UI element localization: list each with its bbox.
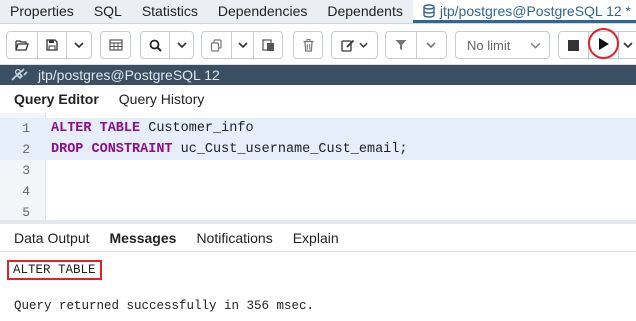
chevron-down-icon	[359, 42, 368, 48]
execute-dropdown-button[interactable]	[618, 32, 636, 58]
filter-button[interactable]	[386, 32, 417, 58]
sql-text: uc_Cust_username_Cust_email;	[172, 142, 408, 157]
tab-query-history[interactable]: Query History	[119, 91, 205, 107]
chevron-down-icon	[237, 42, 248, 48]
sql-keyword: DROP CONSTRAINT	[51, 142, 173, 157]
tab-notifications[interactable]: Notifications	[196, 230, 272, 246]
tab-query-tool[interactable]: jtp/postgres@PostgreSQL 12 *	[412, 0, 636, 23]
tab-dependents[interactable]: Dependents	[317, 0, 413, 23]
message-status: Query returned successfully in 356 msec.	[14, 299, 315, 313]
editor-line[interactable]: 1 ALTER TABLE Customer_info	[0, 118, 636, 139]
plug-icon	[11, 68, 28, 81]
tab-sql[interactable]: SQL	[84, 0, 132, 23]
filter-dropdown-button[interactable]	[417, 32, 447, 58]
table-view-icon	[108, 39, 123, 51]
execute-icon	[598, 37, 609, 50]
edit-button[interactable]	[332, 32, 377, 58]
paste-row-icon	[262, 38, 274, 51]
chevron-down-icon	[74, 42, 84, 48]
edit-button-group	[331, 31, 378, 59]
paste-row-button[interactable]	[254, 32, 282, 58]
filter-icon	[395, 40, 407, 50]
sql-editor[interactable]: 1 ALTER TABLE Customer_info 2 DROP CONST…	[0, 113, 636, 220]
query-toolbar: No limit	[0, 25, 636, 65]
save-dropdown-button[interactable]	[67, 32, 91, 58]
copy-button[interactable]	[202, 32, 232, 58]
connection-bar: jtp/postgres@PostgreSQL 12	[0, 65, 636, 85]
tab-messages[interactable]: Messages	[110, 230, 177, 246]
line-number: 3	[22, 163, 30, 178]
copy-dropdown-button[interactable]	[232, 32, 255, 58]
copy-icon	[210, 38, 222, 52]
tab-statistics[interactable]: Statistics	[132, 0, 208, 23]
line-number: 1	[22, 121, 30, 136]
chevron-down-icon	[177, 42, 187, 48]
stop-button[interactable]	[559, 32, 589, 58]
open-file-button[interactable]	[7, 32, 38, 58]
find-button-group	[140, 31, 194, 59]
output-tab-bar: Data Output Messages Notifications Expla…	[0, 224, 636, 252]
tab-explain[interactable]: Explain	[293, 230, 339, 246]
editor-line[interactable]: 3	[0, 160, 636, 181]
tab-properties[interactable]: Properties	[0, 0, 84, 23]
stop-icon	[567, 39, 579, 51]
search-icon	[149, 39, 162, 52]
sql-text: Customer_info	[140, 121, 254, 136]
code-text: ALTER TABLE Customer_info	[40, 121, 254, 136]
message-result: ALTER TABLE	[7, 260, 102, 280]
tab-data-output[interactable]: Data Output	[14, 230, 90, 246]
find-dropdown-button[interactable]	[170, 32, 193, 58]
sql-keyword: ALTER TABLE	[51, 121, 141, 136]
editor-line[interactable]: 4	[0, 181, 636, 202]
editor-line[interactable]: 2 DROP CONSTRAINT uc_Cust_username_Cust_…	[0, 139, 636, 160]
line-number: 2	[22, 142, 30, 157]
row-limit-value: No limit	[467, 37, 511, 53]
filter-button-group	[385, 31, 447, 59]
database-icon	[423, 4, 435, 18]
view-data-button[interactable]	[100, 31, 131, 59]
line-number: 4	[22, 184, 30, 199]
code-text: DROP CONSTRAINT uc_Cust_username_Cust_em…	[40, 142, 407, 157]
save-icon	[46, 39, 58, 51]
line-number: 5	[22, 205, 30, 220]
edit-icon	[341, 39, 355, 52]
find-button[interactable]	[141, 32, 171, 58]
delete-button[interactable]	[293, 31, 323, 59]
open-file-icon	[15, 40, 29, 51]
query-tab-bar: Query Editor Query History	[0, 85, 636, 113]
copy-button-group	[201, 31, 283, 59]
panel-tab-bar: Properties SQL Statistics Dependencies D…	[0, 0, 636, 24]
save-button[interactable]	[38, 32, 68, 58]
chevron-down-icon	[530, 42, 541, 49]
tab-dependencies[interactable]: Dependencies	[208, 0, 318, 23]
tab-query-editor[interactable]: Query Editor	[14, 91, 99, 107]
connection-label: jtp/postgres@PostgreSQL 12	[38, 67, 220, 83]
chevron-down-icon	[426, 42, 436, 48]
execute-highlight-circle	[588, 28, 619, 59]
chevron-down-icon	[623, 42, 633, 48]
row-limit-select[interactable]: No limit	[455, 31, 550, 59]
tab-query-tool-label: jtp/postgres@PostgreSQL 12 *	[439, 3, 632, 19]
file-button-group	[6, 31, 92, 59]
delete-icon	[303, 38, 313, 52]
